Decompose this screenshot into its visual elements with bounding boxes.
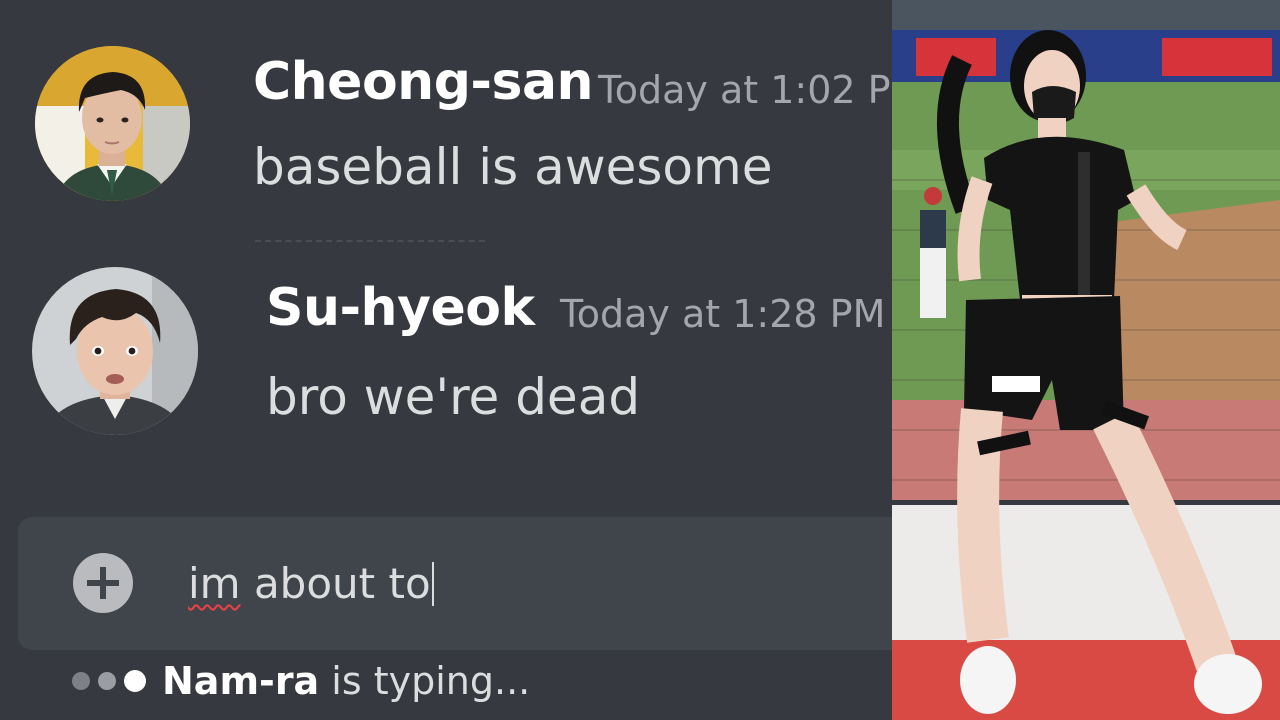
avatar-boy-school-uniform-icon: [35, 46, 190, 201]
typing-dot-icon: [98, 672, 116, 690]
message-divider: [255, 240, 485, 246]
message-input[interactable]: im about to: [188, 559, 434, 608]
typing-user: Nam-ra: [162, 659, 320, 703]
message-composer[interactable]: im about to: [18, 517, 892, 650]
message-author[interactable]: Cheong-san: [253, 52, 594, 112]
typing-suffix: is typing...: [319, 659, 531, 703]
stadium-photo: [892, 0, 1280, 720]
cheerleader-image: [892, 0, 1280, 720]
typing-dot-icon: [124, 670, 146, 692]
message-text: baseball is awesome: [253, 138, 773, 196]
message-text: bro we're dead: [266, 368, 641, 426]
misspelled-word[interactable]: im: [188, 559, 241, 608]
message-timestamp: Today at 1:28 PM: [560, 292, 886, 336]
message-timestamp: Today at 1:02 P: [598, 68, 891, 112]
typing-dot-icon: [72, 672, 90, 690]
message-author[interactable]: Su-hyeok: [266, 278, 535, 338]
typing-indicator: Nam-ra is typing...: [72, 655, 530, 707]
plus-circle-icon[interactable]: [73, 553, 133, 613]
avatar-boy-surprised-icon: [32, 267, 198, 435]
typing-text: Nam-ra is typing...: [162, 659, 530, 703]
text-caret: [431, 562, 434, 606]
chat-panel: Cheong-san Today at 1:02 P baseball is a…: [0, 0, 892, 720]
avatar[interactable]: [32, 267, 198, 435]
input-text-rest: about to: [240, 559, 431, 608]
avatar[interactable]: [35, 46, 190, 201]
